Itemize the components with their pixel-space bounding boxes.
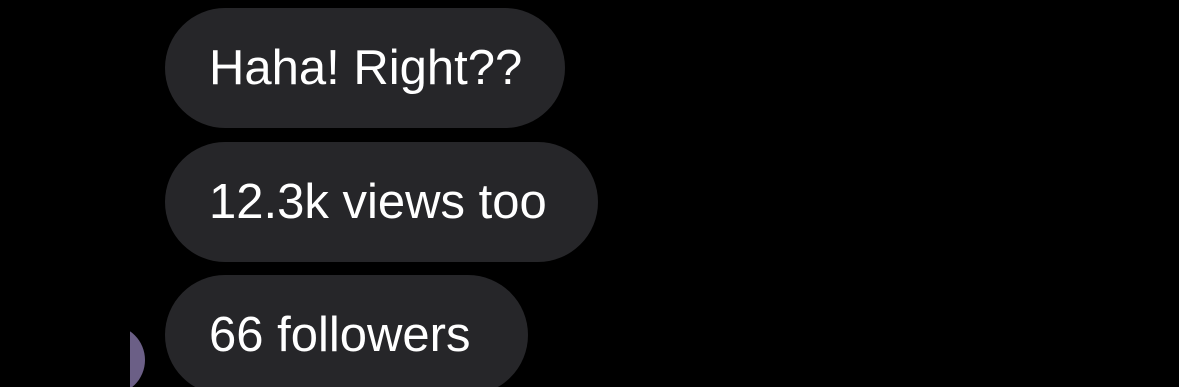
message-text: Haha! Right?? (209, 41, 523, 95)
message-text: 66 followers (209, 308, 471, 362)
chat-thread: Haha! Right?? 12.3k views too 66 followe… (0, 0, 1179, 387)
message-bubble[interactable]: Haha! Right?? (165, 8, 565, 128)
message-bubble[interactable]: 66 followers (165, 275, 528, 387)
message-bubble[interactable]: 12.3k views too (165, 142, 598, 262)
avatar-mask (0, 325, 130, 387)
message-text: 12.3k views too (209, 175, 547, 229)
